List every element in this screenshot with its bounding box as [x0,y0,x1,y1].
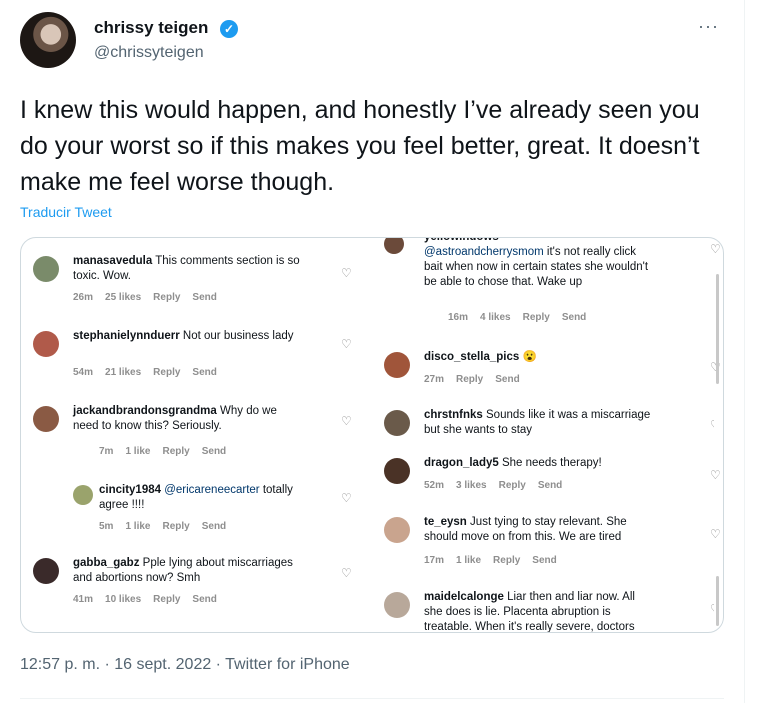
commenter-avatar [33,331,59,357]
heart-outline-icon[interactable]: ♡ [710,418,714,433]
author-handle[interactable]: @chrissyteigen [94,44,204,62]
comment-mention[interactable]: @astroandcherrysmom [424,246,544,258]
commenter-avatar [384,238,404,254]
tweet-media-image[interactable]: manasavedula This comments section is so… [20,237,724,633]
comment-meta: 27m Reply Send [424,374,520,385]
list-item: maidelcalonge Liar then and liar now. Al… [384,590,714,632]
commenter-avatar [33,558,59,584]
heart-outline-icon[interactable]: ♡ [341,337,352,352]
comment-meta: 26m 25 likes Reply Send [73,292,217,303]
comment-user: cincity1984 [99,484,162,496]
comment-meta: 16m 4 likes Reply Send [448,312,587,323]
comment-user: maidelcalonge [424,591,504,603]
comment-user: yellowindows [424,238,499,243]
list-item: chrstnfnks Sounds like it was a miscarri… [384,408,714,436]
comment-mention[interactable]: @ericareneecarter [164,484,259,496]
comment-user: manasavedula [73,255,153,267]
scrollbar[interactable] [716,576,719,626]
comment-meta: 7m 1 like Reply Send [99,446,227,457]
commenter-avatar [384,410,410,436]
tweet: chrissy teigen ✓ @chrissyteigen ··· I kn… [0,0,744,703]
commenter-avatar [384,458,410,484]
comment-text: Not our business lady [182,330,294,342]
heart-outline-icon[interactable]: ♡ [710,468,721,483]
comment-user: disco_stella_pics [424,351,520,363]
comment-meta: 54m 21 likes Reply Send [73,367,217,378]
verified-badge-icon: ✓ [220,20,238,38]
heart-outline-icon[interactable]: ♡ [710,527,721,542]
comments-screenshot-right: yellowindows@astroandcherrysmom it's not… [362,238,723,632]
heart-outline-icon[interactable]: ♡ [341,491,352,506]
tweet-text: I knew this would happen, and honestly I… [20,96,700,196]
divider [20,698,724,699]
avatar[interactable] [20,12,76,68]
comment-user: dragon_lady5 [424,457,499,469]
comment-meta: 17m 1 like Reply Send [424,555,557,566]
translate-link[interactable]: Traducir Tweet [20,204,112,220]
more-dots-icon[interactable]: ··· [698,16,719,37]
column-border [744,0,745,703]
author-name[interactable]: chrissy teigen [94,18,208,38]
comment-user: gabba_gabz [73,557,140,569]
commenter-avatar [384,517,410,543]
commenter-avatar [33,256,59,282]
comment-user: te_eysn [424,516,467,528]
comment-user: jackandbrandonsgrandma [73,405,217,417]
comment-user: chrstnfnks [424,409,483,421]
commenter-avatar [384,592,410,618]
comment-text: 😮 [522,351,537,363]
heart-outline-icon[interactable]: ♡ [341,414,352,429]
heart-outline-icon[interactable]: ♡ [710,602,714,617]
comment-meta: 5m 1 like Reply Send [99,521,227,532]
commenter-avatar [73,485,93,505]
comment-meta: 52m 3 likes Reply Send [424,480,563,491]
commenter-avatar [384,352,410,378]
scrollbar[interactable] [716,274,719,384]
comments-screenshot-left: manasavedula This comments section is so… [21,238,361,632]
comment-user: stephanielynnduerr [73,330,180,342]
commenter-avatar [33,406,59,432]
comment-text: She needs therapy! [501,457,602,469]
heart-outline-icon[interactable]: ♡ [341,266,352,281]
heart-outline-icon[interactable]: ♡ [341,566,352,581]
comment-meta: 41m 10 likes Reply Send [73,594,217,605]
tweet-timestamp[interactable]: 12:57 p. m. · 16 sept. 2022 · Twitter fo… [20,656,350,674]
heart-outline-icon[interactable]: ♡ [710,242,721,257]
